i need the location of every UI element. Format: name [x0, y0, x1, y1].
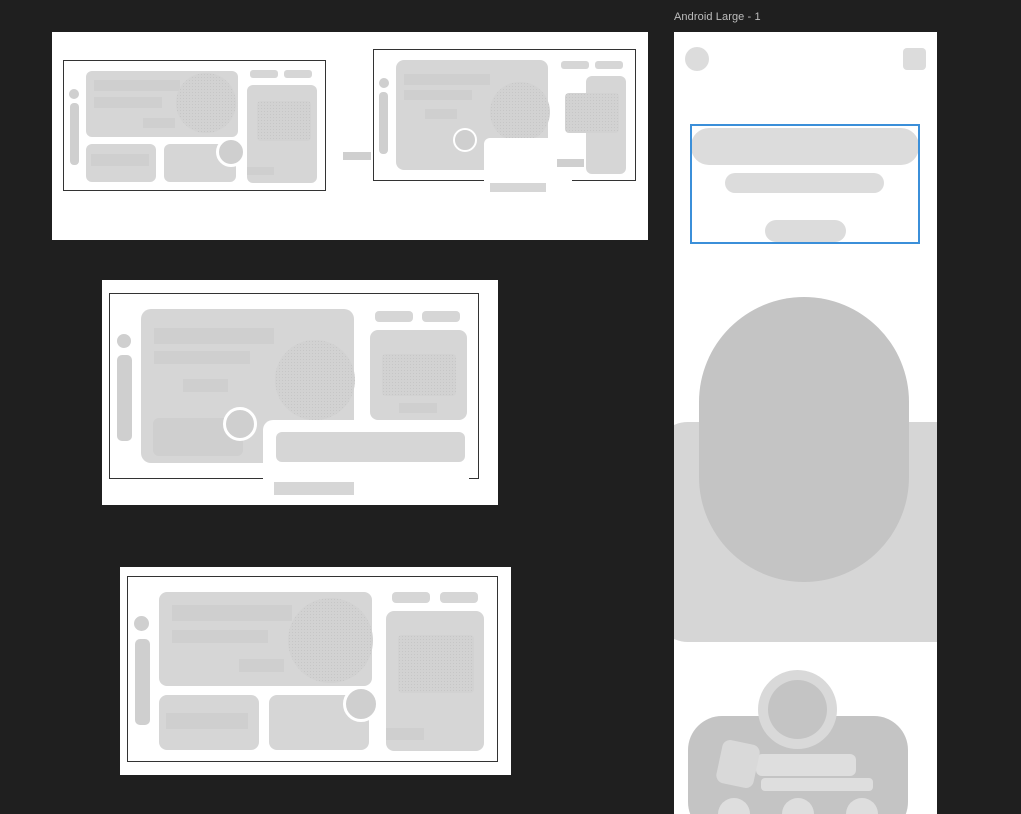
- side-panel-button: [557, 159, 584, 167]
- wireframe-screen-a[interactable]: [63, 60, 326, 191]
- sidebar-dot: [379, 78, 389, 88]
- avatar: [223, 407, 257, 441]
- wireframe-board-1[interactable]: [52, 32, 648, 240]
- tag: [561, 61, 589, 69]
- sidebar-bar: [70, 103, 79, 165]
- player-bar-small: [761, 778, 873, 791]
- hero-line: [404, 74, 490, 85]
- side-panel-button: [399, 403, 437, 413]
- side-panel-image: [565, 93, 619, 133]
- sidebar-dot: [134, 616, 149, 631]
- hero-circle: [288, 598, 373, 683]
- avatar: [343, 686, 379, 722]
- tag: [375, 311, 413, 322]
- tag: [284, 70, 312, 78]
- hero-line: [404, 90, 472, 100]
- hero-line: [154, 328, 274, 344]
- avatar: [453, 128, 477, 152]
- tag: [422, 311, 460, 322]
- tag: [392, 592, 430, 603]
- hero-line: [154, 351, 250, 364]
- hero-line: [172, 630, 268, 643]
- caption-bar: [490, 183, 546, 192]
- bottom-bar: [276, 432, 465, 462]
- card-line: [91, 154, 149, 166]
- hero-circle: [176, 73, 236, 133]
- side-panel-image: [398, 635, 474, 693]
- player-bar: [756, 754, 856, 776]
- hero-line: [94, 80, 180, 91]
- caption-bar: [274, 482, 354, 495]
- hero-button: [143, 118, 175, 128]
- hero-button: [425, 109, 457, 119]
- avatar: [216, 137, 246, 167]
- wireframe-screen-b[interactable]: [373, 49, 636, 182]
- hero-pill: [699, 297, 909, 582]
- connector-bar: [343, 152, 371, 160]
- side-panel-image: [257, 101, 311, 141]
- hero-circle: [275, 340, 355, 420]
- sidebar-dot: [117, 334, 131, 348]
- wireframe-board-3[interactable]: [120, 567, 511, 775]
- side-panel-button: [386, 728, 424, 740]
- tag: [595, 61, 623, 69]
- card-line: [166, 713, 248, 729]
- sidebar-dot: [69, 89, 79, 99]
- hero-line: [172, 605, 292, 621]
- selection-box[interactable]: [690, 124, 920, 244]
- wireframe-screen-d[interactable]: [127, 576, 498, 762]
- hero-circle: [490, 82, 550, 142]
- tag: [250, 70, 278, 78]
- hero-button: [183, 379, 228, 392]
- sidebar-bar: [379, 92, 388, 154]
- sidebar-bar: [135, 639, 150, 725]
- hero-button: [239, 659, 284, 672]
- wireframe-screen-c[interactable]: [109, 293, 479, 480]
- frame-title[interactable]: Android Large - 1: [674, 11, 761, 23]
- tag: [440, 592, 478, 603]
- player-avatar: [768, 680, 827, 739]
- side-panel-image: [382, 354, 456, 396]
- menu-square-icon[interactable]: [903, 48, 926, 70]
- side-panel-button: [247, 167, 274, 175]
- hero-line: [94, 97, 162, 108]
- sidebar-bar: [117, 355, 132, 441]
- wireframe-board-2[interactable]: [102, 280, 498, 505]
- profile-avatar[interactable]: [685, 47, 709, 71]
